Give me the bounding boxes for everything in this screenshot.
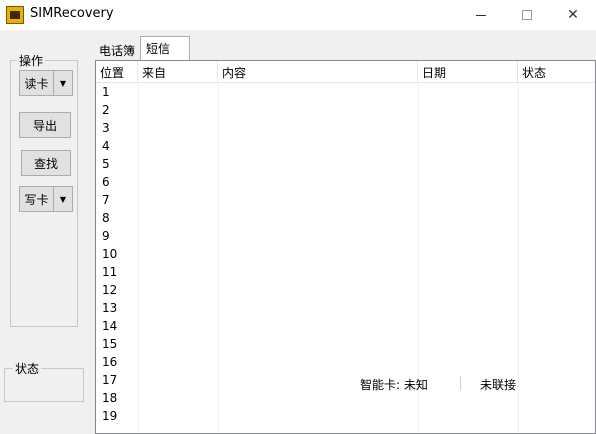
list-header: 位置 来自 内容 日期 状态 xyxy=(96,61,595,83)
list-row[interactable]: 15 xyxy=(96,335,595,353)
column-header-status[interactable]: 状态 xyxy=(518,61,595,83)
minimize-button[interactable] xyxy=(458,0,504,30)
maximize-icon xyxy=(522,10,532,20)
column-header-date[interactable]: 日期 xyxy=(418,61,518,83)
window-title: SIMRecovery xyxy=(30,6,114,21)
list-rows: 1 2 3 4 5 6 7 8 9 10 11 12 13 14 15 16 17 18 19 xyxy=(96,83,595,425)
row-position: 13 xyxy=(102,301,118,315)
row-position: 16 xyxy=(102,355,118,369)
list-row[interactable]: 9 xyxy=(96,227,595,245)
read-card-button[interactable]: 读卡 ▼ xyxy=(19,70,73,96)
row-position: 8 xyxy=(102,211,110,225)
list-row[interactable]: 11 xyxy=(96,263,595,281)
row-position: 12 xyxy=(102,283,118,297)
row-position: 11 xyxy=(102,265,118,279)
export-button[interactable]: 导出 xyxy=(19,112,71,138)
list-row[interactable]: 2 xyxy=(96,101,595,119)
connection-status: 未联接 xyxy=(480,378,517,392)
column-header-position[interactable]: 位置 xyxy=(96,61,138,83)
list-row[interactable]: 13 xyxy=(96,299,595,317)
list-row[interactable]: 12 xyxy=(96,281,595,299)
column-header-content[interactable]: 内容 xyxy=(218,61,418,83)
list-row[interactable]: 10 xyxy=(96,245,595,263)
row-position: 17 xyxy=(102,373,118,387)
row-position: 6 xyxy=(102,175,110,189)
row-position: 9 xyxy=(102,229,110,243)
row-position: 5 xyxy=(102,157,110,171)
find-button[interactable]: 查找 xyxy=(21,150,71,176)
list-row[interactable]: 4 xyxy=(96,137,595,155)
read-card-dropdown-icon[interactable]: ▼ xyxy=(54,71,72,95)
status-separator xyxy=(460,376,463,390)
row-position: 10 xyxy=(102,247,118,261)
row-position: 18 xyxy=(102,391,118,405)
status-group: 状态 xyxy=(4,360,84,402)
row-position: 4 xyxy=(102,139,110,153)
read-card-label[interactable]: 读卡 xyxy=(20,71,54,95)
list-row[interactable]: 8 xyxy=(96,209,595,227)
title-bar: SIMRecovery ✕ xyxy=(0,0,596,30)
row-position: 7 xyxy=(102,193,110,207)
write-card-dropdown-icon[interactable]: ▼ xyxy=(54,187,72,211)
list-row[interactable]: 16 xyxy=(96,353,595,371)
list-row[interactable]: 1 xyxy=(96,83,595,101)
list-row[interactable]: 19 xyxy=(96,407,595,425)
smartcard-status: 智能卡: 未知 xyxy=(360,378,428,392)
operations-group-label: 操作 xyxy=(17,52,46,69)
close-icon: ✕ xyxy=(567,7,579,23)
write-card-button[interactable]: 写卡 ▼ xyxy=(19,186,73,212)
client-area: 操作 读卡 ▼ 导出 查找 写卡 ▼ 状态 电话簿 短信 位置 来自 内容 日期… xyxy=(0,30,596,434)
write-card-label[interactable]: 写卡 xyxy=(20,187,54,211)
list-row[interactable]: 7 xyxy=(96,191,595,209)
row-position: 1 xyxy=(102,85,110,99)
minimize-icon xyxy=(476,14,486,16)
column-header-from[interactable]: 来自 xyxy=(138,61,218,83)
status-group-label: 状态 xyxy=(13,360,42,377)
row-position: 15 xyxy=(102,337,118,351)
list-row[interactable]: 5 xyxy=(96,155,595,173)
list-row[interactable]: 6 xyxy=(96,173,595,191)
app-icon xyxy=(6,6,24,24)
row-position: 2 xyxy=(102,103,110,117)
row-position: 3 xyxy=(102,121,110,135)
tab-phonebook[interactable]: 电话簿 xyxy=(94,40,142,60)
list-row[interactable]: 14 xyxy=(96,317,595,335)
tab-sms[interactable]: 短信 xyxy=(140,36,190,60)
row-position: 14 xyxy=(102,319,118,333)
row-position: 19 xyxy=(102,409,118,423)
maximize-button[interactable] xyxy=(504,0,550,30)
close-button[interactable]: ✕ xyxy=(550,0,596,30)
list-row[interactable]: 3 xyxy=(96,119,595,137)
